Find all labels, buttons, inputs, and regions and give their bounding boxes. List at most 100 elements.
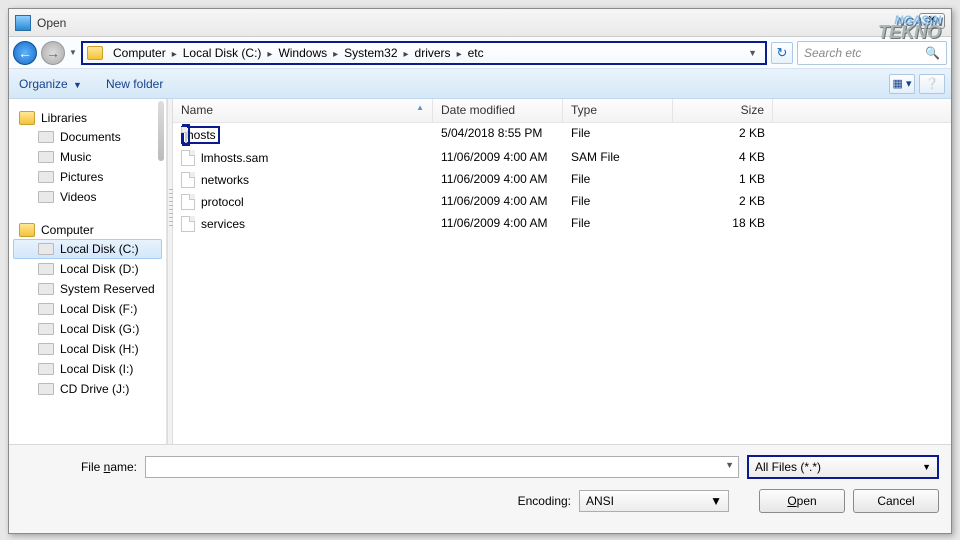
column-type[interactable]: Type — [563, 99, 673, 122]
file-size: 4 KB — [673, 150, 773, 166]
breadcrumb-segment[interactable]: drivers — [411, 46, 455, 60]
address-bar[interactable]: Computer▸Local Disk (C:)▸Windows▸System3… — [81, 41, 767, 65]
file-row[interactable]: lmhosts.sam11/06/2009 4:00 AMSAM File4 K… — [173, 147, 951, 169]
file-name: hosts — [187, 128, 216, 142]
nav-item[interactable]: Local Disk (D:) — [13, 259, 162, 279]
nav-item[interactable]: Pictures — [13, 167, 162, 187]
search-icon: 🔍 — [925, 46, 940, 60]
file-type-filter[interactable]: All Files (*.*)▼ — [747, 455, 939, 479]
nav-item-label: Documents — [60, 130, 121, 144]
file-type: File — [563, 172, 673, 188]
encoding-label: Encoding: — [511, 494, 571, 508]
back-button[interactable]: ← — [13, 41, 37, 65]
file-name: lmhosts.sam — [201, 151, 268, 165]
nav-item[interactable]: Music — [13, 147, 162, 167]
file-size: 1 KB — [673, 172, 773, 188]
view-options-button[interactable]: ▦ ▾ — [889, 74, 915, 94]
breadcrumb-segment[interactable]: etc — [464, 46, 488, 60]
nav-item[interactable]: CD Drive (J:) — [13, 379, 162, 399]
file-row[interactable]: networks11/06/2009 4:00 AMFile1 KB — [173, 169, 951, 191]
nav-scrollbar[interactable] — [158, 101, 164, 161]
file-icon — [181, 150, 195, 166]
chevron-right-icon: ▸ — [402, 49, 411, 60]
refresh-button[interactable]: ↻ — [771, 42, 793, 64]
nav-item-label: CD Drive (J:) — [60, 382, 129, 396]
file-date: 11/06/2009 4:00 AM — [433, 194, 563, 210]
sort-indicator-icon: ▲ — [416, 103, 424, 112]
chevron-down-icon: ▼ — [710, 494, 722, 508]
file-row[interactable]: protocol11/06/2009 4:00 AMFile2 KB — [173, 191, 951, 213]
navigation-pane: Libraries Documents Music Pictures Videos C… — [9, 99, 167, 444]
nav-item-label: Local Disk (I:) — [60, 362, 133, 376]
organize-menu[interactable]: Organize ▼ — [19, 77, 82, 91]
filename-label: File name: — [69, 460, 137, 474]
file-icon — [181, 172, 195, 188]
column-date[interactable]: Date modified — [433, 99, 563, 122]
breadcrumb-segment[interactable]: Windows — [274, 46, 331, 60]
drive-icon — [38, 283, 54, 295]
nav-item[interactable]: Local Disk (G:) — [13, 319, 162, 339]
app-icon — [15, 15, 31, 31]
file-row[interactable]: hosts5/04/2018 8:55 PMFile2 KB — [173, 123, 951, 147]
chevron-down-icon[interactable]: ▼ — [725, 460, 734, 470]
search-input[interactable]: Search etc 🔍 — [797, 41, 947, 65]
encoding-select[interactable]: ANSI▼ — [579, 490, 729, 512]
nav-item-label: Pictures — [60, 170, 103, 184]
footer: File name: ▼ All Files (*.*)▼ Encoding: … — [9, 444, 951, 533]
nav-item[interactable]: System Reserved — [13, 279, 162, 299]
computer-icon — [19, 223, 35, 237]
file-date: 11/06/2009 4:00 AM — [433, 216, 563, 232]
file-name: networks — [201, 173, 249, 187]
file-rows: hosts 5/04/2018 8:55 PM File2 KB lmhosts.sa… — [173, 123, 951, 444]
help-button[interactable]: ❔ — [919, 74, 945, 94]
search-placeholder: Search etc — [804, 46, 861, 60]
filename-input[interactable]: ▼ — [145, 456, 739, 478]
forward-button: → — [41, 41, 65, 65]
file-size: 18 KB — [673, 216, 773, 232]
nav-item-label: Videos — [60, 190, 96, 204]
nav-item-icon — [38, 171, 54, 183]
drive-icon — [38, 323, 54, 335]
nav-item[interactable]: Videos — [13, 187, 162, 207]
file-date: 5/04/2018 8:55 PM — [433, 126, 563, 144]
libraries-header[interactable]: Libraries — [13, 109, 162, 127]
address-dropdown-icon[interactable]: ▼ — [748, 48, 761, 58]
open-button[interactable]: Open — [759, 489, 845, 513]
file-size: 2 KB — [673, 194, 773, 210]
nav-item[interactable]: Documents — [13, 127, 162, 147]
file-name: services — [201, 217, 245, 231]
drive-icon — [38, 263, 54, 275]
breadcrumb-segment[interactable]: System32 — [340, 46, 401, 60]
new-folder-button[interactable]: New folder — [106, 77, 163, 91]
nav-item-label: Local Disk (C:) — [60, 242, 139, 256]
libraries-icon — [19, 111, 35, 125]
folder-icon — [87, 46, 103, 60]
title-bar: Open ✕ — [9, 9, 951, 37]
history-dropdown[interactable]: ▼ — [69, 41, 77, 65]
computer-header[interactable]: Computer — [13, 221, 162, 239]
breadcrumb-segment[interactable]: Computer — [109, 46, 170, 60]
cancel-button[interactable]: Cancel — [853, 489, 939, 513]
nav-item-icon — [38, 191, 54, 203]
file-icon — [185, 127, 187, 143]
file-name: protocol — [201, 195, 244, 209]
file-icon — [181, 194, 195, 210]
close-button[interactable]: ✕ — [919, 13, 945, 29]
breadcrumb-segment[interactable]: Local Disk (C:) — [179, 46, 266, 60]
drive-icon — [38, 383, 54, 395]
nav-item[interactable]: Local Disk (C:) — [13, 239, 162, 259]
file-icon — [181, 216, 195, 232]
column-headers: Name▲ Date modified Type Size — [173, 99, 951, 123]
file-date: 11/06/2009 4:00 AM — [433, 150, 563, 166]
window-title: Open — [37, 16, 66, 30]
column-name[interactable]: Name▲ — [173, 99, 433, 122]
nav-item[interactable]: Local Disk (H:) — [13, 339, 162, 359]
nav-item-label: Music — [60, 150, 91, 164]
nav-item[interactable]: Local Disk (F:) — [13, 299, 162, 319]
toolbar: Organize ▼ New folder ▦ ▾ ❔ — [9, 69, 951, 99]
chevron-right-icon: ▸ — [455, 49, 464, 60]
nav-item[interactable]: Local Disk (I:) — [13, 359, 162, 379]
file-row[interactable]: services11/06/2009 4:00 AMFile18 KB — [173, 213, 951, 235]
column-size[interactable]: Size — [673, 99, 773, 122]
drive-icon — [38, 303, 54, 315]
